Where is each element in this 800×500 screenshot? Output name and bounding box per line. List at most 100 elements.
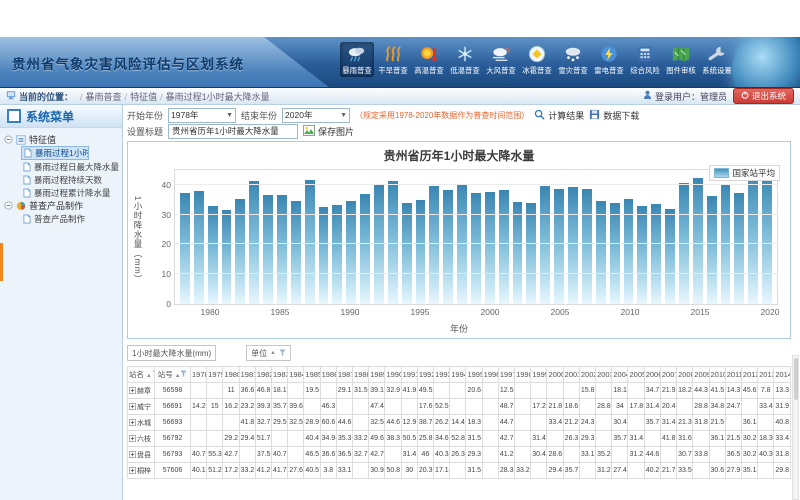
row-expander-icon[interactable]	[129, 467, 136, 474]
sidebar-item-暴雨过程日最大降水量[interactable]: 暴雨过程日最大降水量	[21, 160, 120, 173]
sidebar-item-暴雨过程累计降水量[interactable]: 暴雨过程累计降水量	[21, 186, 120, 199]
value-cell: 30.2	[741, 431, 757, 447]
column-header-year[interactable]: 2014	[774, 367, 791, 383]
chart-title-input[interactable]	[168, 124, 298, 139]
column-header-year[interactable]: 1979	[207, 367, 223, 383]
logout-button[interactable]: 退出系统	[733, 88, 794, 104]
unit-filter-label: 单位	[251, 348, 267, 359]
breadcrumb-item[interactable]: 特征值	[130, 92, 157, 102]
value-cell: 19.5	[304, 383, 320, 399]
row-expander-icon[interactable]	[129, 403, 136, 410]
save-image-button[interactable]: 保存图片	[303, 125, 354, 138]
nav-item-label: 综合风险	[630, 65, 659, 75]
column-header-year[interactable]: 1982	[255, 367, 271, 383]
sidebar-item-暴雨过程持续天数[interactable]: 暴雨过程持续天数	[21, 173, 120, 186]
column-header-year[interactable]: 2005	[628, 367, 644, 383]
save-image-label: 保存图片	[318, 125, 354, 138]
breadcrumb-item[interactable]: 暴雨过程1小时最大降水量	[166, 92, 270, 102]
start-year-select[interactable]: 1978年 ▼	[168, 108, 236, 123]
unit-filter-box[interactable]: 单位 ▲	[246, 345, 290, 361]
filter-funnel-icon[interactable]	[180, 370, 187, 379]
bar-2008	[596, 201, 606, 304]
end-year-select[interactable]: 2020年 ▼	[282, 108, 350, 123]
sidebar-group-普查产品制作[interactable]: 普查产品制作	[4, 199, 120, 212]
column-header-year[interactable]: 1995	[466, 367, 482, 383]
row-expander-icon[interactable]	[129, 451, 136, 458]
column-header-year[interactable]: 1983	[272, 367, 288, 383]
column-header-year[interactable]: 1999	[531, 367, 547, 383]
column-header-year[interactable]: 2013	[758, 367, 774, 383]
breadcrumb-item[interactable]: 暴雨普查	[86, 92, 122, 102]
column-header-year[interactable]: 1990	[385, 367, 401, 383]
column-header-year[interactable]: 1985	[304, 367, 320, 383]
value-cell: 31.4	[644, 399, 660, 415]
column-header-year[interactable]: 2010	[709, 367, 725, 383]
sidebar-item-普查产品制作[interactable]: 普查产品制作	[21, 212, 120, 225]
nav-item-rainstorm[interactable]: 暴雨普查	[340, 42, 374, 77]
column-header-year[interactable]: 1988	[353, 367, 369, 383]
nav-item-lightning[interactable]: 雷电普查	[592, 42, 626, 77]
table-filter-row: 1小时最大降水量(mm) 单位 ▲	[127, 345, 791, 361]
nav-item-hail[interactable]: 冰雹普查	[520, 42, 554, 77]
nav-item-wind[interactable]: 大风普查	[484, 42, 518, 77]
column-header-year[interactable]: 1981	[239, 367, 255, 383]
sidebar-item-暴雨过程1小时最大降水量[interactable]: 暴雨过程1小时最大降水量	[21, 146, 89, 160]
nav-item-drought[interactable]: 干旱普查	[376, 42, 410, 77]
nav-item-settings[interactable]: 系统设置	[700, 42, 734, 77]
value-cell: 27.4	[612, 463, 628, 479]
column-header-year[interactable]: 1978	[191, 367, 207, 383]
value-cell: 31.8	[693, 415, 709, 431]
column-header-year[interactable]: 2009	[693, 367, 709, 383]
y-tick-label: 10	[162, 269, 171, 279]
metric-filter-box[interactable]: 1小时最大降水量(mm)	[127, 345, 216, 361]
calculate-button[interactable]: 计算结果	[534, 109, 584, 122]
column-header-year[interactable]: 2004	[612, 367, 628, 383]
nav-item-high-temp[interactable]: 高温普查	[412, 42, 446, 77]
column-header-year[interactable]: 1992	[417, 367, 433, 383]
vertical-scrollbar[interactable]	[792, 355, 799, 500]
column-header-year[interactable]: 1989	[369, 367, 385, 383]
sidebar-collapse-handle[interactable]	[0, 243, 3, 281]
row-expander-icon[interactable]	[129, 435, 136, 442]
filter-funnel-icon	[279, 349, 286, 358]
breadcrumb-separator: /	[80, 92, 83, 102]
scrollbar-thumb[interactable]	[794, 358, 798, 400]
column-header-year[interactable]: 1987	[336, 367, 352, 383]
column-header-站号[interactable]: 站号 ▲	[155, 367, 191, 383]
value-cell: 35.2	[596, 447, 612, 463]
column-header-year[interactable]: 2006	[644, 367, 660, 383]
nav-item-low-temp[interactable]: 低温普查	[448, 42, 482, 77]
column-header-year[interactable]: 2007	[660, 367, 676, 383]
nav-item-risk[interactable]: 综合风险	[628, 42, 662, 77]
column-header-year[interactable]: 1984	[288, 367, 304, 383]
station-name-cell: 威宁	[128, 399, 155, 415]
nav-item-map-audit[interactable]: 图件审核	[664, 42, 698, 77]
column-header-year[interactable]: 2000	[547, 367, 563, 383]
column-header-year[interactable]: 2003	[596, 367, 612, 383]
column-header-year[interactable]: 1998	[515, 367, 531, 383]
row-expander-icon[interactable]	[129, 387, 136, 394]
column-header-year[interactable]: 1986	[320, 367, 336, 383]
sidebar-group-特征值[interactable]: 特征值	[4, 133, 120, 146]
column-header-站名[interactable]: 站名 ▲	[128, 367, 155, 383]
column-header-year[interactable]: 1980	[223, 367, 239, 383]
column-header-year[interactable]: 2001	[563, 367, 579, 383]
station-name-cell: 桐梓	[128, 463, 155, 479]
column-header-year[interactable]: 1997	[498, 367, 514, 383]
column-header-year[interactable]: 1991	[401, 367, 417, 383]
column-header-year[interactable]: 2002	[579, 367, 595, 383]
column-header-year[interactable]: 2012	[741, 367, 757, 383]
column-header-year[interactable]: 1993	[434, 367, 450, 383]
value-cell: 15	[207, 399, 223, 415]
column-header-year[interactable]: 2008	[677, 367, 693, 383]
toggle-icon[interactable]	[4, 135, 13, 144]
logout-label: 退出系统	[752, 90, 786, 102]
download-button[interactable]: 数据下载	[589, 109, 639, 122]
column-header-year[interactable]: 1996	[482, 367, 498, 383]
toggle-icon[interactable]	[4, 201, 13, 210]
row-expander-icon[interactable]	[129, 419, 136, 426]
column-header-year[interactable]: 2011	[725, 367, 741, 383]
toolbar-row-2: 设置标题 保存图片	[127, 123, 791, 139]
nav-item-snow[interactable]: 雪灾普查	[556, 42, 590, 77]
column-header-year[interactable]: 1994	[450, 367, 466, 383]
